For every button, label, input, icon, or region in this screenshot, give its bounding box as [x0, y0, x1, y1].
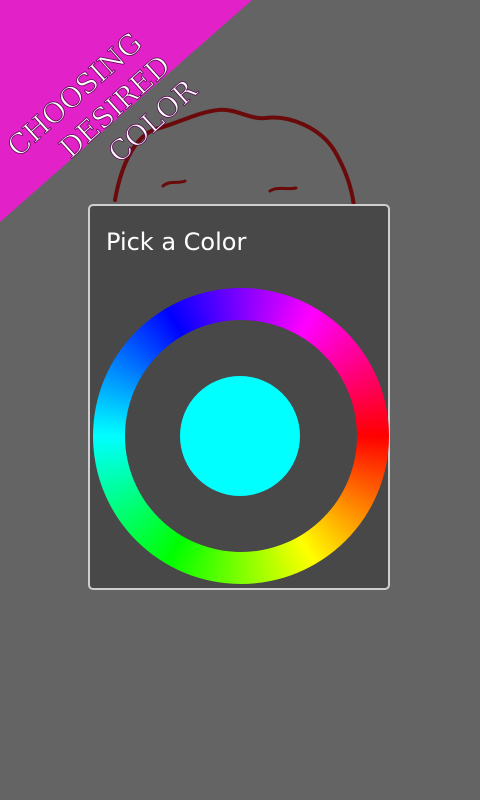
selected-color-swatch[interactable]	[180, 376, 300, 496]
sketch-right-eye	[268, 186, 298, 193]
dialog-title: Pick a Color	[106, 228, 247, 256]
color-picker-dialog: Pick a Color	[88, 204, 390, 590]
